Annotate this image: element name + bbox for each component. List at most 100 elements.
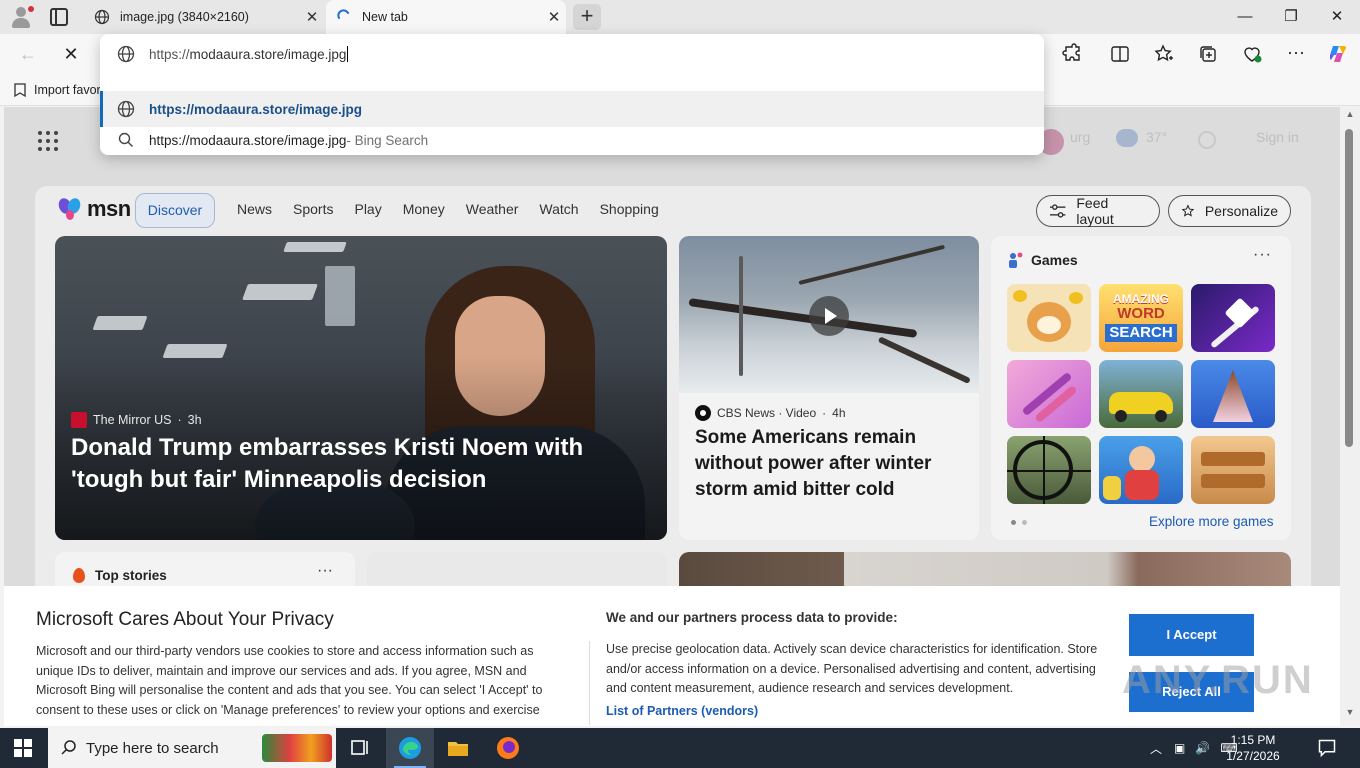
nav-watch[interactable]: Watch xyxy=(539,201,578,217)
weather-location[interactable]: urg xyxy=(1070,129,1090,145)
notifications-icon[interactable] xyxy=(1312,732,1342,764)
nav-money[interactable]: Money xyxy=(403,201,445,217)
sports-car-game-tile[interactable] xyxy=(1099,360,1183,428)
close-window-button[interactable]: ✕ xyxy=(1314,0,1360,34)
browser-essentials-icon[interactable] xyxy=(1240,42,1264,66)
search-icon xyxy=(118,132,133,147)
maximize-button[interactable]: ❐ xyxy=(1268,0,1314,34)
collections-icon[interactable] xyxy=(1196,42,1220,66)
list-of-partners-link[interactable]: List of Partners (vendors) xyxy=(606,704,758,718)
suggestion-url[interactable]: https://modaaura.store/image.jpg xyxy=(100,91,1044,127)
wood-puzzle-game-tile[interactable] xyxy=(1191,436,1275,504)
stop-loading-button[interactable]: ✕ xyxy=(57,40,85,68)
feed-layout-button[interactable]: Feed layout xyxy=(1036,195,1160,227)
personalize-button[interactable]: Personalize xyxy=(1168,195,1291,227)
copilot-icon[interactable] xyxy=(1326,42,1350,66)
address-bar-dropdown: https://modaaura.store/image.jpg https:/… xyxy=(100,34,1044,155)
ice-cream-game-tile[interactable] xyxy=(1191,360,1275,428)
network-icon[interactable]: ▣ xyxy=(1174,741,1185,755)
edge-browser-icon[interactable] xyxy=(394,732,426,764)
msn-logo-text: msn xyxy=(87,196,131,221)
top-stories-title: Top stories xyxy=(95,568,167,583)
nav-play[interactable]: Play xyxy=(354,201,381,217)
suggestion-bing-search[interactable]: https://modaaura.store/image.jpg - Bing … xyxy=(100,127,1044,153)
cartoon-characters-game-tile[interactable] xyxy=(1099,436,1183,504)
games-title: Games xyxy=(1031,252,1078,268)
video-headline[interactable]: Some Americans remain without power afte… xyxy=(695,425,965,503)
firefox-icon[interactable] xyxy=(492,732,524,764)
text-caret xyxy=(347,46,349,62)
taskbar-clock[interactable]: 1:15 PM 1/27/2026 xyxy=(1222,732,1284,764)
video-thumbnail[interactable] xyxy=(679,236,979,393)
nav-news[interactable]: News xyxy=(237,201,272,217)
shiba-inu-game-tile[interactable] xyxy=(1007,284,1091,352)
profile-icon[interactable] xyxy=(8,4,34,30)
address-value: modaaura.store/image.jpg xyxy=(189,46,347,62)
tray-expand-icon[interactable]: ︿ xyxy=(1150,740,1162,757)
file-explorer-icon[interactable] xyxy=(442,732,474,764)
sign-in-link[interactable]: Sign in xyxy=(1256,129,1299,145)
app-launcher-icon[interactable] xyxy=(38,131,58,151)
scroll-down-icon[interactable]: ▼ xyxy=(1340,707,1360,717)
nav-sports[interactable]: Sports xyxy=(293,201,333,217)
amazing-word-search-tile[interactable]: AMAZING WORD SEARCH xyxy=(1099,284,1183,352)
tab-actions-icon[interactable] xyxy=(50,8,68,26)
the-mirror-logo-icon xyxy=(71,412,87,428)
more-menu-icon[interactable]: ··· xyxy=(1284,42,1308,66)
suggestion-search-text: https://modaaura.store/image.jpg xyxy=(149,132,347,148)
nav-weather[interactable]: Weather xyxy=(466,201,519,217)
video-source: CBS News · Video · 4h xyxy=(695,405,846,421)
makeup-game-tile[interactable] xyxy=(1007,360,1091,428)
close-tab-icon[interactable]: ✕ xyxy=(300,8,324,26)
split-screen-icon[interactable] xyxy=(1108,42,1132,66)
video-story-card[interactable]: CBS News · Video · 4h Some Americans rem… xyxy=(679,236,979,540)
data-processing-body: Use precise geolocation data. Actively s… xyxy=(606,642,1098,696)
carousel-dots[interactable] xyxy=(1011,520,1027,525)
settings-gear-icon[interactable] xyxy=(1198,131,1216,149)
close-tab-icon[interactable]: ✕ xyxy=(542,8,566,26)
volume-icon[interactable]: 🔊 xyxy=(1195,741,1210,755)
msn-logo[interactable]: msn xyxy=(57,196,131,222)
feed-layout-label: Feed layout xyxy=(1076,195,1114,227)
favorites-icon[interactable] xyxy=(1152,42,1176,66)
video-age: 4h xyxy=(832,406,846,420)
personalize-star-icon xyxy=(1181,204,1195,217)
new-tab-button[interactable]: + xyxy=(573,4,601,30)
weather-temperature[interactable]: 37° xyxy=(1146,129,1167,145)
deer-hunter-game-tile[interactable] xyxy=(1007,436,1091,504)
globe-icon xyxy=(117,45,135,63)
page-scrollbar[interactable]: ▲ ▼ xyxy=(1340,107,1360,724)
hero-story-card[interactable]: The Mirror US · 3h Donald Trump embarras… xyxy=(55,236,667,540)
personalize-label: Personalize xyxy=(1204,203,1278,219)
windows-start-icon[interactable] xyxy=(14,739,32,757)
nav-shopping[interactable]: Shopping xyxy=(600,201,659,217)
games-card: Games ··· AMAZING WORD SEARCH Explore mo… xyxy=(991,236,1291,540)
gifts-search-highlight-icon[interactable] xyxy=(262,734,332,762)
import-favorites-button[interactable]: Import favor xyxy=(12,82,101,98)
play-icon[interactable] xyxy=(809,296,849,336)
hero-headline[interactable]: Donald Trump embarrasses Kristi Noem wit… xyxy=(71,432,651,496)
loading-icon xyxy=(337,9,349,19)
clock-date: 1/27/2026 xyxy=(1226,749,1280,763)
top-stories-more-icon[interactable]: ··· xyxy=(317,562,333,580)
back-button[interactable]: ← xyxy=(14,40,42,68)
globe-icon xyxy=(117,100,135,118)
explore-more-games-link[interactable]: Explore more games xyxy=(1149,514,1274,529)
word-search-line3: SEARCH xyxy=(1105,324,1177,342)
games-more-icon[interactable]: ··· xyxy=(1253,246,1272,264)
globe-icon xyxy=(94,9,110,25)
nav-discover[interactable]: Discover xyxy=(135,193,215,228)
taskbar-search-box[interactable]: Type here to search xyxy=(48,728,336,768)
minimize-button[interactable]: — xyxy=(1222,0,1268,34)
scrollbar-thumb[interactable] xyxy=(1345,129,1353,447)
rocket-game-tile[interactable] xyxy=(1191,284,1275,352)
scroll-up-icon[interactable]: ▲ xyxy=(1340,109,1360,119)
privacy-body: Microsoft and our third-party vendors us… xyxy=(36,644,543,718)
address-bar-input[interactable]: https://modaaura.store/image.jpg xyxy=(100,36,1044,72)
tab-new-tab[interactable]: New tab ✕ xyxy=(326,0,566,34)
accept-button[interactable]: I Accept xyxy=(1129,614,1254,656)
tab-image-jpg[interactable]: image.jpg (3840×2160) ✕ xyxy=(84,0,324,34)
extensions-icon[interactable] xyxy=(1060,42,1084,66)
privacy-divider xyxy=(589,641,590,725)
task-view-icon[interactable] xyxy=(344,732,376,764)
